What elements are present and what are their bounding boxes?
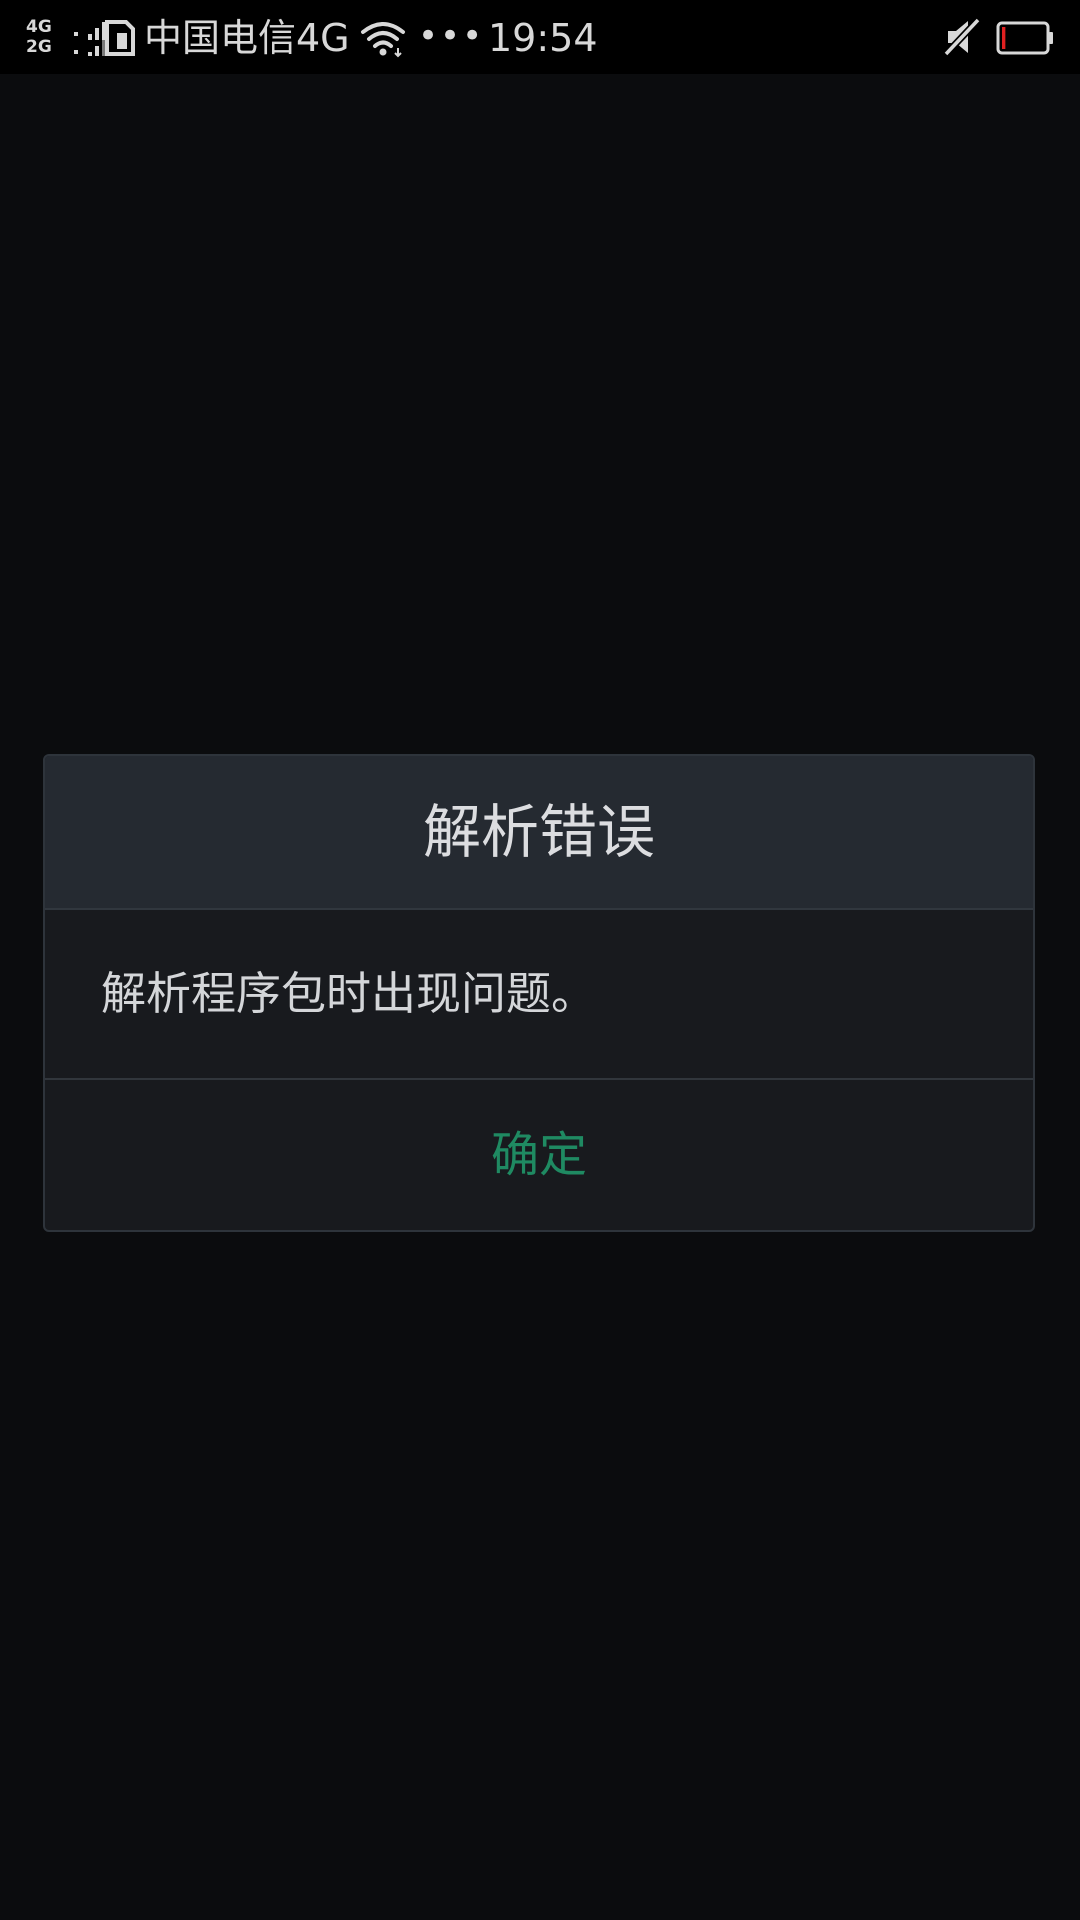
battery-level-fill bbox=[1002, 27, 1006, 49]
overflow-dots-icon: ••• bbox=[418, 16, 485, 56]
error-dialog: 解析错误 解析程序包时出现问题。 确定 bbox=[43, 754, 1035, 1232]
screen: 4G 2G 中国电信4G ••• 19:54 解析错误 解析程序包时出现问题。 … bbox=[0, 0, 1080, 1920]
clock-time: 19:54 bbox=[488, 16, 598, 60]
dialog-footer: 确定 bbox=[45, 1080, 1033, 1230]
network-type-bottom: 2G bbox=[26, 37, 52, 57]
dialog-body: 解析程序包时出现问题。 bbox=[45, 910, 1033, 1080]
network-type-top: 4G bbox=[26, 17, 52, 37]
mute-icon bbox=[943, 17, 981, 57]
status-bar: 4G 2G 中国电信4G ••• 19:54 bbox=[0, 0, 1080, 74]
dialog-message: 解析程序包时出现问题。 bbox=[101, 967, 597, 1020]
battery-icon bbox=[996, 21, 1053, 55]
carrier-name: 中国电信4G bbox=[144, 16, 350, 60]
ok-button[interactable]: 确定 bbox=[45, 1080, 1033, 1230]
sim-icon bbox=[105, 20, 135, 56]
wifi-icon bbox=[361, 22, 405, 58]
dialog-header: 解析错误 bbox=[45, 756, 1033, 910]
signal-icon: 4G 2G bbox=[26, 17, 106, 58]
dialog-title: 解析错误 bbox=[422, 798, 655, 866]
